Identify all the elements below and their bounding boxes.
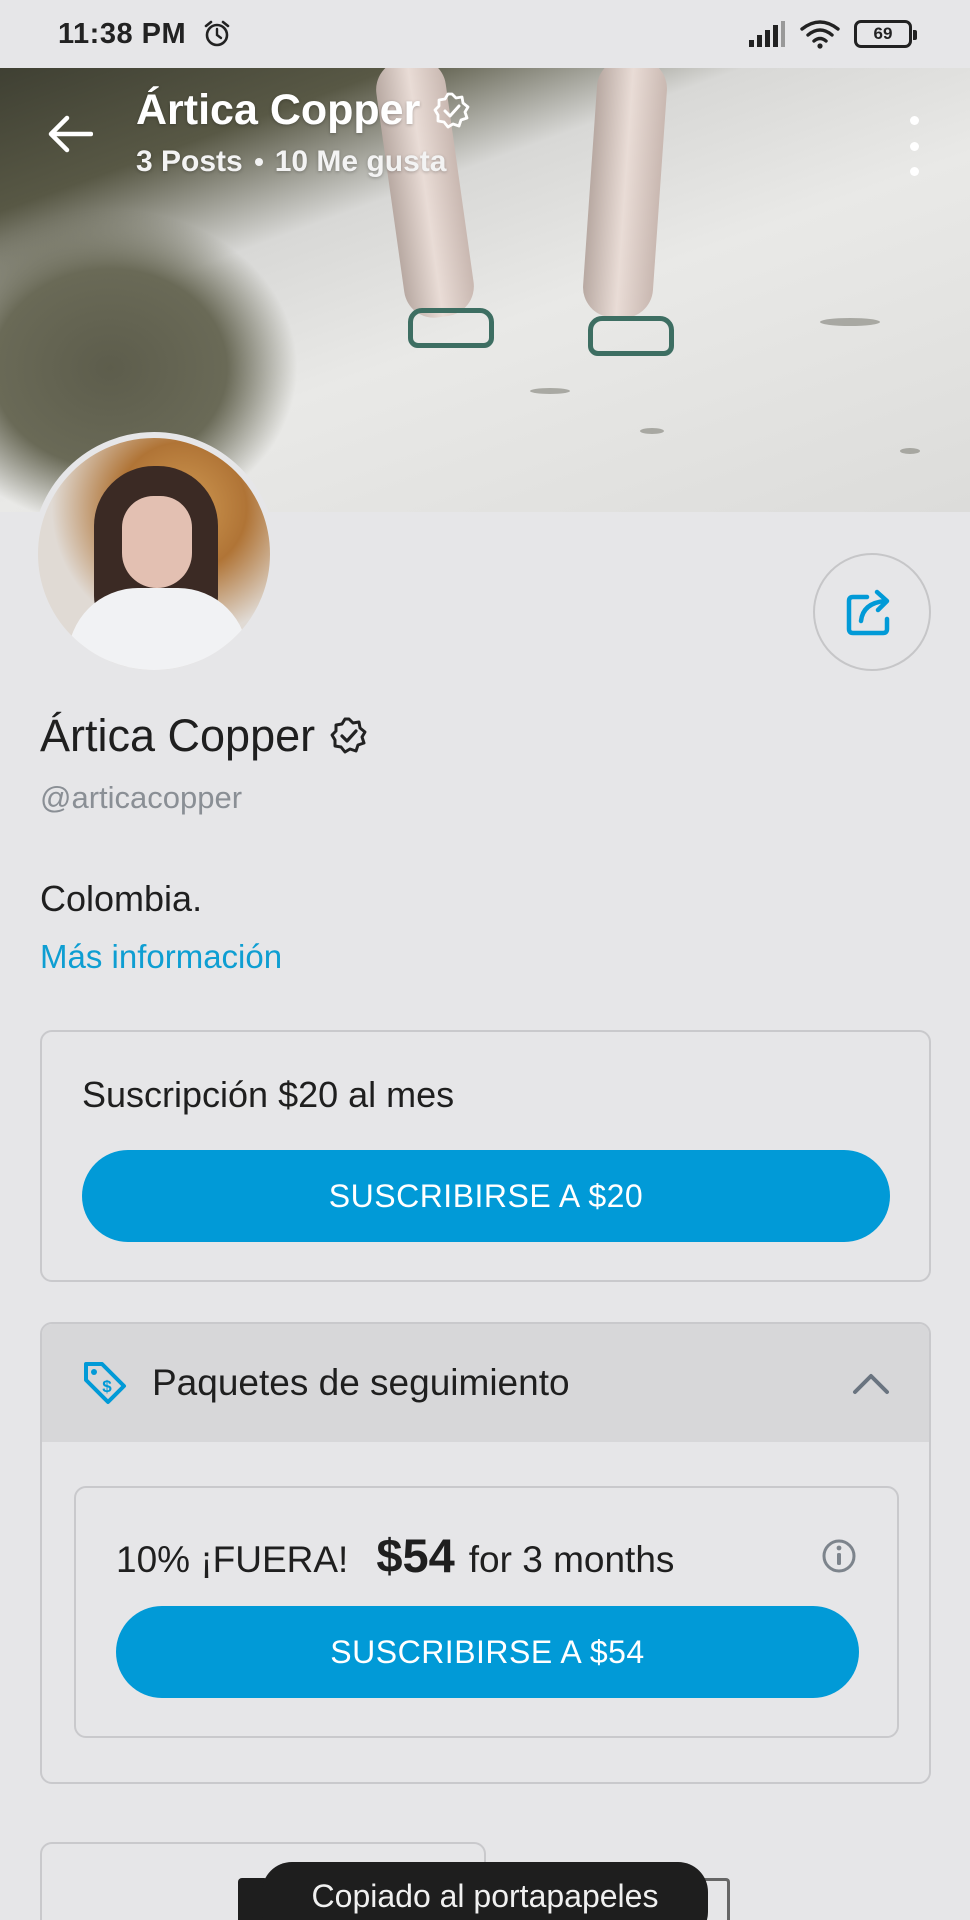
header-titles: Ártica Copper 3 Posts 10 Me gusta: [136, 86, 472, 179]
bundles-title: Paquetes de seguimiento: [152, 1362, 570, 1403]
bundle-discount: 10% ¡FUERA!: [116, 1539, 349, 1580]
cover-photo-detail: [640, 428, 664, 434]
posts-count: 3 Posts: [136, 145, 243, 178]
verified-badge-icon: [330, 717, 367, 754]
more-dot: [909, 141, 919, 151]
cover-photo-detail: [900, 448, 920, 454]
cover-photo-detail: [588, 316, 674, 356]
battery-level: 69: [873, 24, 893, 43]
profile-page: 11:38 PM 69 Ártica Copper 3 Posts 10 Me …: [0, 0, 970, 1920]
clipboard-toast: Copiado al portapapeles: [262, 1862, 708, 1920]
chevron-up-icon: [853, 1374, 889, 1394]
cover-photo-detail: [408, 308, 494, 348]
bundle-price: $54: [376, 1529, 455, 1582]
subscription-title: Suscripción $20 al mes: [82, 1074, 455, 1115]
signal-icon: [749, 21, 785, 47]
arrow-left-icon: [48, 115, 93, 153]
more-info-link[interactable]: Más información: [40, 938, 282, 976]
bundle-offer-line: 10% ¡FUERA! $54 for 3 months: [116, 1528, 674, 1583]
svg-text:$: $: [102, 1377, 112, 1396]
bundle-offer-card: 10% ¡FUERA! $54 for 3 months SUSCRIBIRSE…: [74, 1486, 899, 1738]
share-icon: [846, 589, 890, 636]
back-button[interactable]: [40, 104, 100, 164]
header-name: Ártica Copper: [136, 86, 421, 134]
subscription-card: Suscripción $20 al mes SUSCRIBIRSE A $20: [40, 1030, 931, 1282]
more-dot: [909, 116, 919, 125]
separator-dot: [254, 158, 263, 166]
avatar-detail: [122, 496, 192, 588]
cover-photo-detail: [820, 318, 880, 326]
profile-name: Ártica Copper: [40, 710, 316, 761]
status-icons: 69: [748, 19, 917, 49]
cover-photo-detail: [530, 388, 570, 394]
bundles-header[interactable]: $ Paquetes de seguimiento: [42, 1324, 929, 1442]
bundles-card: $ Paquetes de seguimiento 10% ¡FUERA! $5…: [40, 1322, 931, 1784]
alarm-icon: [204, 20, 230, 47]
more-dot: [909, 167, 919, 176]
status-bar: 11:38 PM 69: [0, 0, 970, 68]
wifi-icon: [800, 20, 840, 49]
price-tag-icon: $: [84, 1362, 126, 1404]
info-icon[interactable]: [821, 1538, 857, 1574]
share-button[interactable]: [813, 553, 931, 671]
status-time: 11:38 PM: [58, 17, 187, 50]
verified-badge-icon: [433, 92, 470, 128]
subscribe-button[interactable]: SUSCRIBIRSE A $20: [82, 1150, 890, 1242]
profile-name-row: Ártica Copper: [40, 710, 369, 762]
top-app-bar: Ártica Copper 3 Posts 10 Me gusta: [0, 68, 970, 188]
avatar-detail: [68, 588, 248, 670]
header-stats: 3 Posts 10 Me gusta: [136, 145, 472, 179]
likes-count: 10 Me gusta: [274, 145, 447, 178]
header-name-row: Ártica Copper: [136, 86, 472, 135]
profile-handle: @articacopper: [40, 780, 243, 815]
battery-indicator: 69: [854, 20, 917, 48]
profile-bio: Colombia.: [40, 878, 203, 919]
avatar[interactable]: [32, 432, 276, 676]
bundle-term: for 3 months: [468, 1539, 675, 1580]
bundle-subscribe-button[interactable]: SUSCRIBIRSE A $54: [116, 1606, 859, 1698]
more-options-button[interactable]: [902, 116, 926, 176]
toast-message: Copiado al portapapeles: [311, 1878, 659, 1914]
